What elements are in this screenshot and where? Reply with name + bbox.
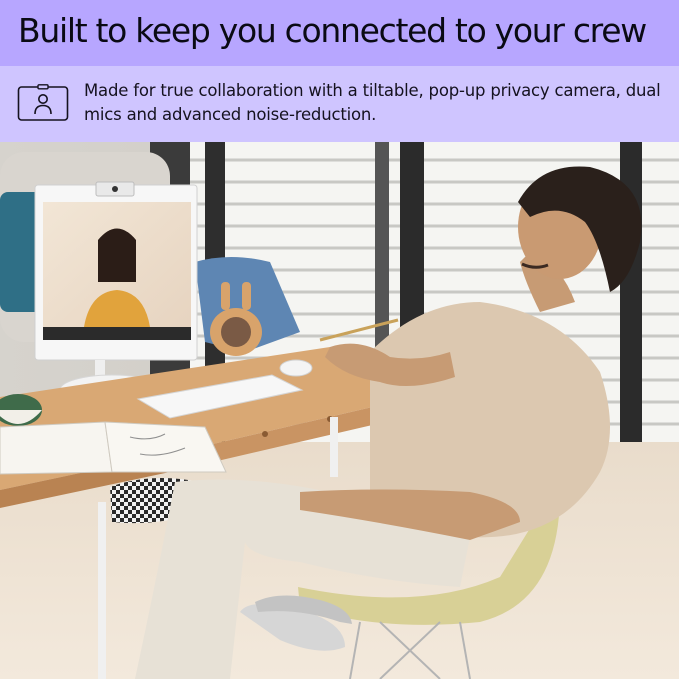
webcam-person-icon <box>17 84 69 121</box>
headline-banner: Built to keep you connected to your crew <box>0 0 679 66</box>
product-feature-slide: Built to keep you connected to your crew… <box>0 0 679 679</box>
lifestyle-photo <box>0 142 679 679</box>
headline: Built to keep you connected to your crew <box>18 11 647 50</box>
feature-description: Made for true collaboration with a tilta… <box>84 81 661 124</box>
